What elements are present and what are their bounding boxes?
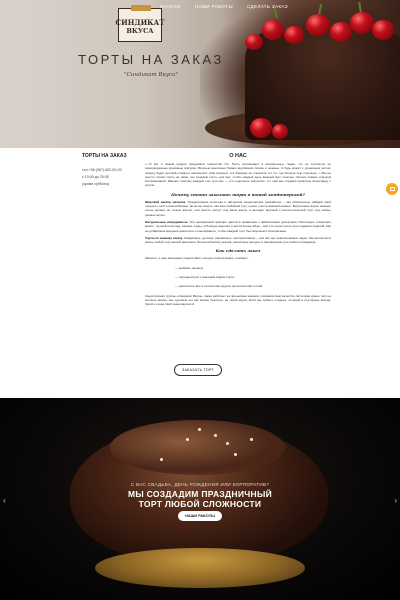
slider-title-line1: МЫ СОЗДАДИМ ПРАЗДНИЧНЫЙ [128,489,272,499]
logo-line1: СИНДИКАТ [115,17,165,27]
feature-fillings: Широкий выбор начинок. Традиционная клас… [145,200,331,217]
nav-item-home[interactable]: Начало [160,4,181,9]
step-item: — рассчитать вес и количество ярусов на … [175,284,263,289]
chat-widget-button[interactable] [386,183,398,195]
why-heading: Почему стоит заказать торт в нашей конди… [171,191,305,197]
logo-crown-icon [131,5,151,11]
pearl-decor [214,434,217,437]
pearl-decor [226,442,229,445]
logo-line2: ВКУСА [126,26,154,35]
pearl-decor [250,438,253,441]
cherry [306,14,330,36]
hero-banner: Начало Наши работы Сделать заказ СИНДИКА… [0,0,400,148]
hero-slider: С ВАС СВАДЬБА, ДЕНЬ РОЖДЕНИЯ ИЛИ КОРПОРА… [0,398,400,600]
slider-gold-plate [95,548,305,588]
our-works-button[interactable]: НАШИ РАБОТЫ [178,511,222,521]
pearl-decor [160,458,163,461]
pearl-decor [186,438,189,441]
step-item: — выбрать начинку [175,265,204,270]
hero-subtitle: "Синдикат Вкуса" [124,72,178,78]
slider-prev-arrow-icon[interactable]: ‹ [3,496,6,505]
nav-item-order[interactable]: Сделать заказ [247,4,288,9]
slider-title: МЫ СОЗДАДИМ ПРАЗДНИЧНЫЙ ТОРТ ЛЮБОЙ СЛОЖН… [110,489,290,509]
contact-sidebar: ТОРТЫ НА ЗАКАЗ тел.+38 (067) 602-00-09 с… [82,153,142,188]
slider-next-arrow-icon[interactable]: › [394,496,397,505]
sidebar-title: ТОРТЫ НА ЗАКАЗ [82,153,127,159]
slider-title-line2: ТОРТ ЛЮБОЙ СЛОЖНОСТИ [138,499,262,509]
chat-bubble-icon [389,187,395,191]
page-title: ТОРТЫ НА ЗАКАЗ [78,52,224,67]
how-intro: Звоните, и наш менеджер предоставит полн… [145,256,249,261]
order-cake-button[interactable]: ЗАКАЗАТЬ ТОРТ [174,364,222,376]
main-nav: Начало Наши работы Сделать заказ [160,4,288,9]
pearl-decor [234,453,237,456]
how-heading: Как сделать заказ [215,248,261,254]
about-intro: «...И вот я самый раздор придумала пожен… [145,162,331,188]
slider-subtitle: С ВАС СВАДЬБА, ДЕНЬ РОЖДЕНИЯ ИЛИ КОРПОРА… [130,482,270,487]
cherry [262,20,284,40]
cherry [250,118,272,138]
feature-ingredients: Натуральные ингредиенты. Это неизменный … [145,220,331,233]
cherry [350,12,374,34]
feature-custom: Торты по вашему заказу. Свадебные, детск… [145,236,331,245]
working-hours: с 10:00 до 20:00 [82,175,109,179]
nav-item-works[interactable]: Наши работы [195,4,233,9]
step-item: — определиться с внешним видом торта [175,275,234,280]
cherry [245,34,263,50]
working-days: (кроме субботы) [82,182,110,186]
logo[interactable]: СИНДИКАТ ВКУСА [115,5,165,42]
about-heading: О НАС [229,153,247,159]
cherry [372,20,394,40]
cherry [284,26,304,44]
cherry [330,22,352,42]
cherry [272,124,288,139]
pearl-decor [198,428,201,431]
about-section: О НАС «...И вот я самый раздор придумала… [145,153,331,310]
phone-link[interactable]: тел.+38 (067) 602-00-09 [82,167,142,174]
about-outro: Кондитерская группы «Синдикат Вкуса» так… [145,293,331,307]
